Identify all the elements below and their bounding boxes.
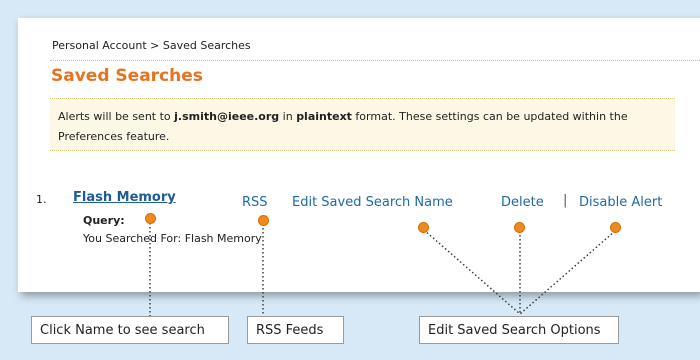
notice-format: plaintext — [296, 110, 352, 123]
disable-alert-link[interactable]: Disable Alert — [579, 195, 662, 210]
callout-marker-disable-alert — [610, 222, 621, 233]
saved-search-name-link[interactable]: Flash Memory — [73, 190, 176, 205]
rss-link[interactable]: RSS — [242, 195, 268, 210]
edit-saved-search-name-link[interactable]: Edit Saved Search Name — [292, 195, 453, 210]
callout-edit-options: Edit Saved Search Options — [419, 316, 619, 344]
callout-marker-name — [145, 213, 156, 224]
callout-marker-delete — [514, 222, 525, 233]
query-label: Query: — [83, 214, 125, 227]
notice-prefix: Alerts will be sent to — [58, 110, 175, 123]
breadcrumb: Personal Account > Saved Searches — [52, 39, 251, 52]
result-number: 1. — [36, 193, 47, 206]
query-text: You Searched For: Flash Memory — [83, 232, 262, 245]
page-title: Saved Searches — [51, 66, 203, 86]
action-separator: | — [563, 193, 568, 208]
callout-marker-edit-name — [418, 222, 429, 233]
callout-marker-rss — [258, 215, 269, 226]
divider — [50, 60, 700, 61]
callout-rss-feeds: RSS Feeds — [247, 316, 344, 344]
callout-click-name: Click Name to see search — [31, 316, 229, 344]
notice-email: j.smith@ieee.org — [174, 110, 280, 123]
delete-link[interactable]: Delete — [501, 195, 544, 210]
alert-notice: Alerts will be sent to j.smith@ieee.org … — [50, 98, 675, 151]
notice-mid: in — [279, 110, 297, 123]
